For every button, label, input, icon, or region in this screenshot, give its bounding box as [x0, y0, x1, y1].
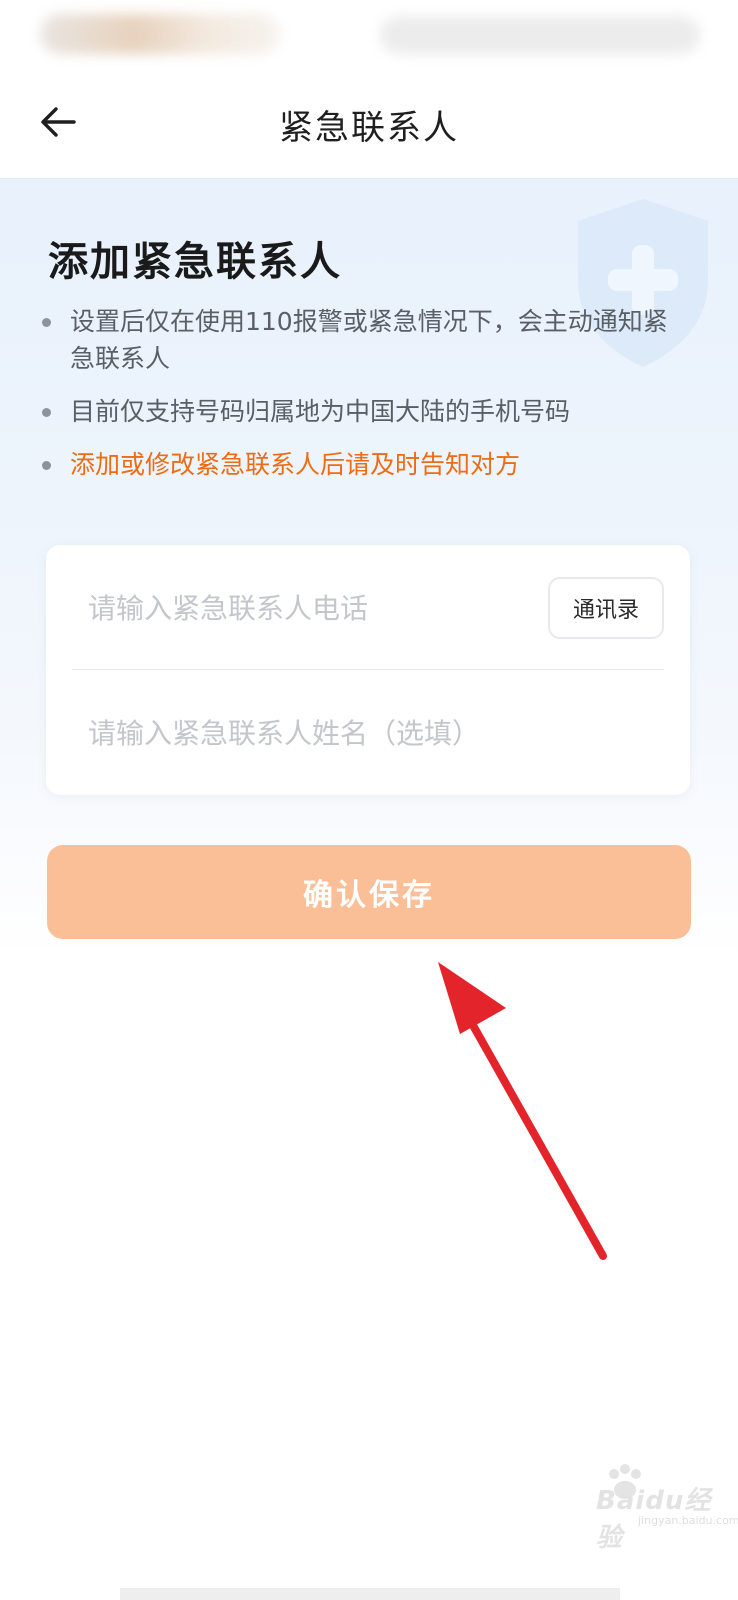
note-text: 设置后仅在使用110报警或紧急情况下，会主动通知紧急联系人: [70, 307, 668, 373]
note-text-warning: 添加或修改紧急联系人后请及时告知对方: [70, 450, 521, 479]
note-item: 目前仅支持号码归属地为中国大陆的手机号码: [42, 393, 682, 430]
contacts-button[interactable]: 通讯录: [548, 577, 664, 639]
status-bar: [0, 0, 738, 66]
note-text: 目前仅支持号码归属地为中国大陆的手机号码: [70, 397, 571, 426]
baidu-watermark: Baidu经验 jingyan.baidu.com: [548, 1462, 738, 1553]
section-heading: 添加紧急联系人: [48, 239, 342, 285]
navigation-bar: 紧急联系人: [0, 66, 738, 179]
bottom-edge: [120, 1588, 620, 1600]
phone-input[interactable]: [86, 581, 530, 635]
phone-field-row: 通讯录: [46, 545, 690, 670]
name-input[interactable]: [86, 706, 650, 760]
bullet-icon: [42, 318, 51, 327]
notes-list: 设置后仅在使用110报警或紧急情况下，会主动通知紧急联系人 目前仅支持号码归属地…: [42, 303, 682, 499]
bullet-icon: [42, 461, 51, 470]
note-item: 设置后仅在使用110报警或紧急情况下，会主动通知紧急联系人: [42, 303, 682, 377]
save-button[interactable]: 确认保存: [47, 845, 691, 939]
contact-form-card: 通讯录: [46, 545, 690, 795]
page-title: 紧急联系人: [279, 108, 459, 148]
note-item-warning: 添加或修改紧急联系人后请及时告知对方: [42, 446, 682, 483]
blurred-status-left: [40, 14, 280, 54]
bullet-icon: [42, 408, 51, 417]
name-field-row: [46, 670, 690, 795]
watermark-url: jingyan.baidu.com: [638, 1514, 738, 1527]
blurred-status-right: [380, 16, 700, 54]
